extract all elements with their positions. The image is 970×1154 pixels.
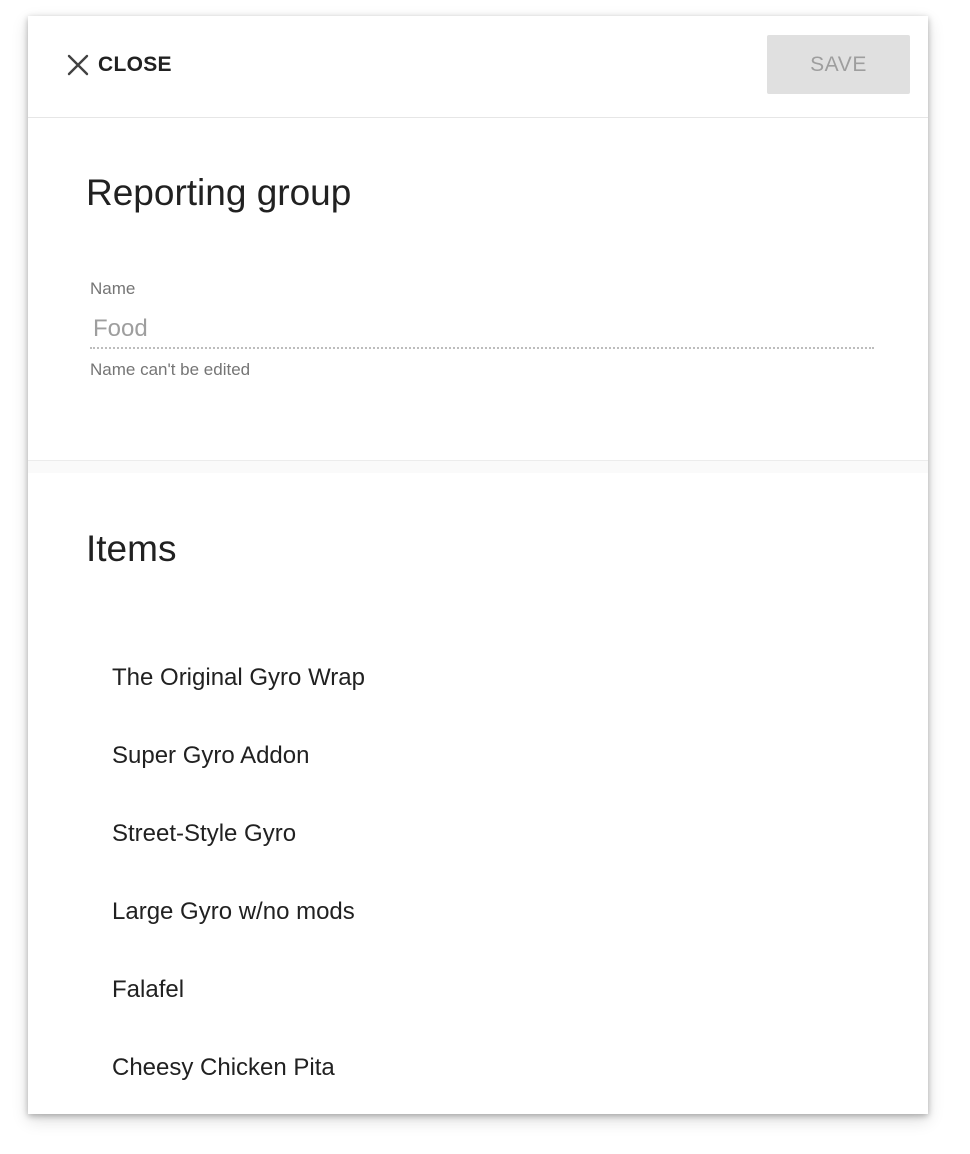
list-item[interactable]: Street-Style Gyro [112,812,365,890]
close-button-label: CLOSE [98,53,172,76]
name-field-hint: Name can't be edited [90,360,251,379]
close-button[interactable]: CLOSE [66,50,172,80]
list-item[interactable]: Super Gyro Addon [112,734,365,812]
save-button[interactable]: SAVE [767,35,910,94]
list-item[interactable]: Falafel [112,968,365,1046]
reporting-group-section: Reporting group Name Name can't be edite… [28,118,928,460]
reporting-group-dialog: CLOSE SAVE Reporting group Name Name can… [28,16,928,1114]
list-item[interactable]: The Original Gyro Wrap [112,656,365,734]
section-title-items: Items [86,528,177,569]
close-icon [67,54,89,76]
list-item[interactable]: Cheesy Chicken Pita [112,1046,365,1114]
section-divider [28,460,928,473]
section-title-reporting-group: Reporting group [86,172,352,213]
name-field [90,311,874,349]
dialog-toolbar: CLOSE SAVE [28,16,928,118]
list-item[interactable]: Large Gyro w/no mods [112,890,365,968]
name-field-label: Name [90,279,136,298]
items-list: The Original Gyro Wrap Super Gyro Addon … [112,656,365,1114]
